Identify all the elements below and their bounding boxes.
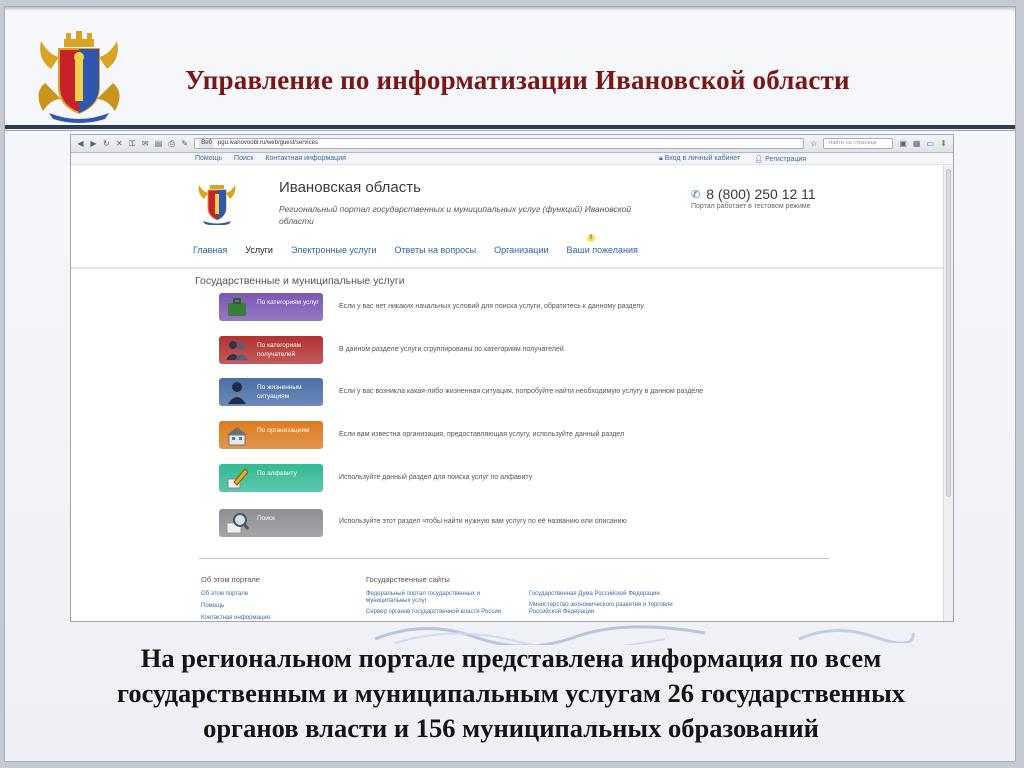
nav-faq[interactable]: Ответы на вопросы	[394, 245, 476, 255]
phone-icon: ✆	[691, 188, 701, 201]
section-title: Государственные и муниципальные услуги	[195, 275, 405, 287]
mail-icon[interactable]: ✉	[142, 138, 149, 149]
portal-top-nav: Помощь Поиск Контактная информация 🔒︎ Вх…	[71, 153, 953, 165]
footer-sites-heading: Государственные сайты	[366, 575, 450, 584]
caption-line: государственным и муниципальным услугам …	[116, 678, 906, 708]
nav-organizations[interactable]: Организации	[494, 245, 548, 255]
browser-toolbar: ◀ ▶ ↻ ✕ ⚿ ✉ ▤ ⎙ ✎ Веб pgu.ivanovoobl.ru/…	[71, 135, 953, 153]
footer-about-heading: Об этом портале	[201, 575, 260, 584]
bookmark-star-icon[interactable]: ☆	[810, 138, 817, 149]
register-link[interactable]: 👤︎ Регистрация	[754, 155, 806, 163]
hotline-phone: ✆ 8 (800) 250 12 11	[691, 186, 816, 202]
nav-services[interactable]: Услуги	[245, 245, 273, 255]
user-icon: 👤︎	[754, 156, 766, 163]
service-description: Используйте данный раздел для поиска усл…	[339, 474, 533, 481]
caption-line: органов власти и 156 муниципальных образ…	[203, 713, 819, 743]
person-icon	[228, 382, 246, 404]
title-divider	[5, 125, 1015, 131]
pencil-icon	[227, 468, 249, 489]
search-link[interactable]: Поиск	[234, 155, 253, 162]
login-link[interactable]: 🔒︎ Вход в личный кабинет	[659, 155, 740, 163]
slide-caption: На региональном портале представлена инф…	[25, 641, 997, 746]
save-icon[interactable]: ▣	[899, 138, 907, 149]
ivanovo-coat-of-arms-icon	[38, 31, 120, 123]
contacts-link[interactable]: Контактная информация	[265, 155, 345, 162]
help-link[interactable]: Помощь	[195, 155, 222, 162]
portal-name: Ивановская область	[279, 179, 421, 196]
portal-coat-of-arms-icon	[198, 185, 236, 225]
service-description: Если вам известна организация, предостав…	[339, 431, 625, 438]
tools-icon[interactable]: ✎	[181, 138, 188, 149]
service-button-by-life-situation[interactable]: По жизненным ситуациям	[219, 378, 323, 406]
nav-e-services[interactable]: Электронные услуги	[291, 245, 376, 255]
url-text: pgu.ivanovoobl.ru/web/guest/services	[217, 140, 318, 146]
phone-number: 8 (800) 250 12 11	[706, 186, 816, 202]
building-icon	[227, 427, 247, 446]
slide-title: Управление по информатизации Ивановской …	[185, 65, 850, 95]
service-description: Используйте этот раздел чтобы найти нужн…	[339, 518, 627, 525]
address-bar[interactable]: Веб pgu.ivanovoobl.ru/web/guest/services	[194, 138, 805, 149]
print-icon[interactable]: ⎙	[168, 138, 175, 149]
caption-line: На региональном портале представлена инф…	[140, 643, 882, 673]
footer-link[interactable]: Государственная Дума Российской Федераци…	[529, 591, 689, 598]
footer-divider	[199, 558, 829, 559]
service-button-by-category[interactable]: По категориям услуг	[219, 293, 323, 321]
service-button-alphabetical[interactable]: По алфавиту	[219, 464, 323, 492]
service-description: Если у вас возникла какая-либо жизненная…	[339, 388, 704, 395]
briefcase-icon	[228, 298, 246, 316]
service-description: Если у вас нет никаких начальных условий…	[339, 303, 644, 310]
pdf-icon[interactable]: ▤	[155, 138, 163, 149]
forward-icon[interactable]: ▶	[90, 138, 97, 149]
footer-link[interactable]: Помощь	[201, 603, 224, 610]
portal-screenshot: ◀ ▶ ↻ ✕ ⚿ ✉ ▤ ⎙ ✎ Веб pgu.ivanovoobl.ru/…	[70, 134, 954, 622]
nav-feedback[interactable]: Ваши пожелания	[567, 245, 638, 255]
page-search-input[interactable]: Найти на странице	[823, 138, 894, 149]
stop-icon[interactable]: ✕	[116, 138, 123, 149]
footer-link[interactable]: Контактная информация	[201, 615, 270, 621]
footer-link[interactable]: Сервер органов государственной власти Ро…	[366, 609, 526, 616]
footer-link[interactable]: Федеральный портал государственных и мун…	[366, 591, 511, 605]
test-mode-note: Портал работает в тестовом режиме	[691, 203, 811, 210]
service-button-by-recipient[interactable]: По категориям получателей	[219, 336, 323, 364]
reload-icon[interactable]: ↻	[103, 138, 110, 149]
download-icon[interactable]: ⬇	[940, 138, 947, 149]
footer-link[interactable]: Министерство экономического развития и т…	[529, 602, 674, 616]
service-button-search[interactable]: Поиск	[219, 509, 323, 537]
back-icon[interactable]: ◀	[77, 138, 84, 149]
grid-icon[interactable]: ▦	[913, 138, 921, 149]
key-icon[interactable]: ⚿	[129, 138, 136, 149]
scrollbar-thumb[interactable]	[946, 169, 951, 497]
notice-icon[interactable]: !	[587, 234, 595, 242]
service-description: В данном разделе услуги сгруппированы по…	[339, 346, 564, 353]
search-icon	[226, 513, 249, 534]
nav-divider	[71, 267, 953, 269]
portal-subtitle: Региональный портал государственных и му…	[279, 204, 632, 226]
service-button-by-organization[interactable]: По организациям	[219, 421, 323, 449]
people-icon	[226, 341, 248, 360]
vertical-scrollbar[interactable]	[943, 165, 953, 621]
nav-home[interactable]: Главная	[193, 245, 227, 255]
decorative-ornament-right	[798, 628, 915, 643]
site-badge: Веб	[199, 139, 214, 148]
footer-link[interactable]: Об этом портале	[201, 591, 248, 598]
screenshot-icon[interactable]: ▭	[926, 138, 934, 149]
portal-main-nav: Главная Услуги Электронные услуги Ответы…	[193, 245, 638, 255]
